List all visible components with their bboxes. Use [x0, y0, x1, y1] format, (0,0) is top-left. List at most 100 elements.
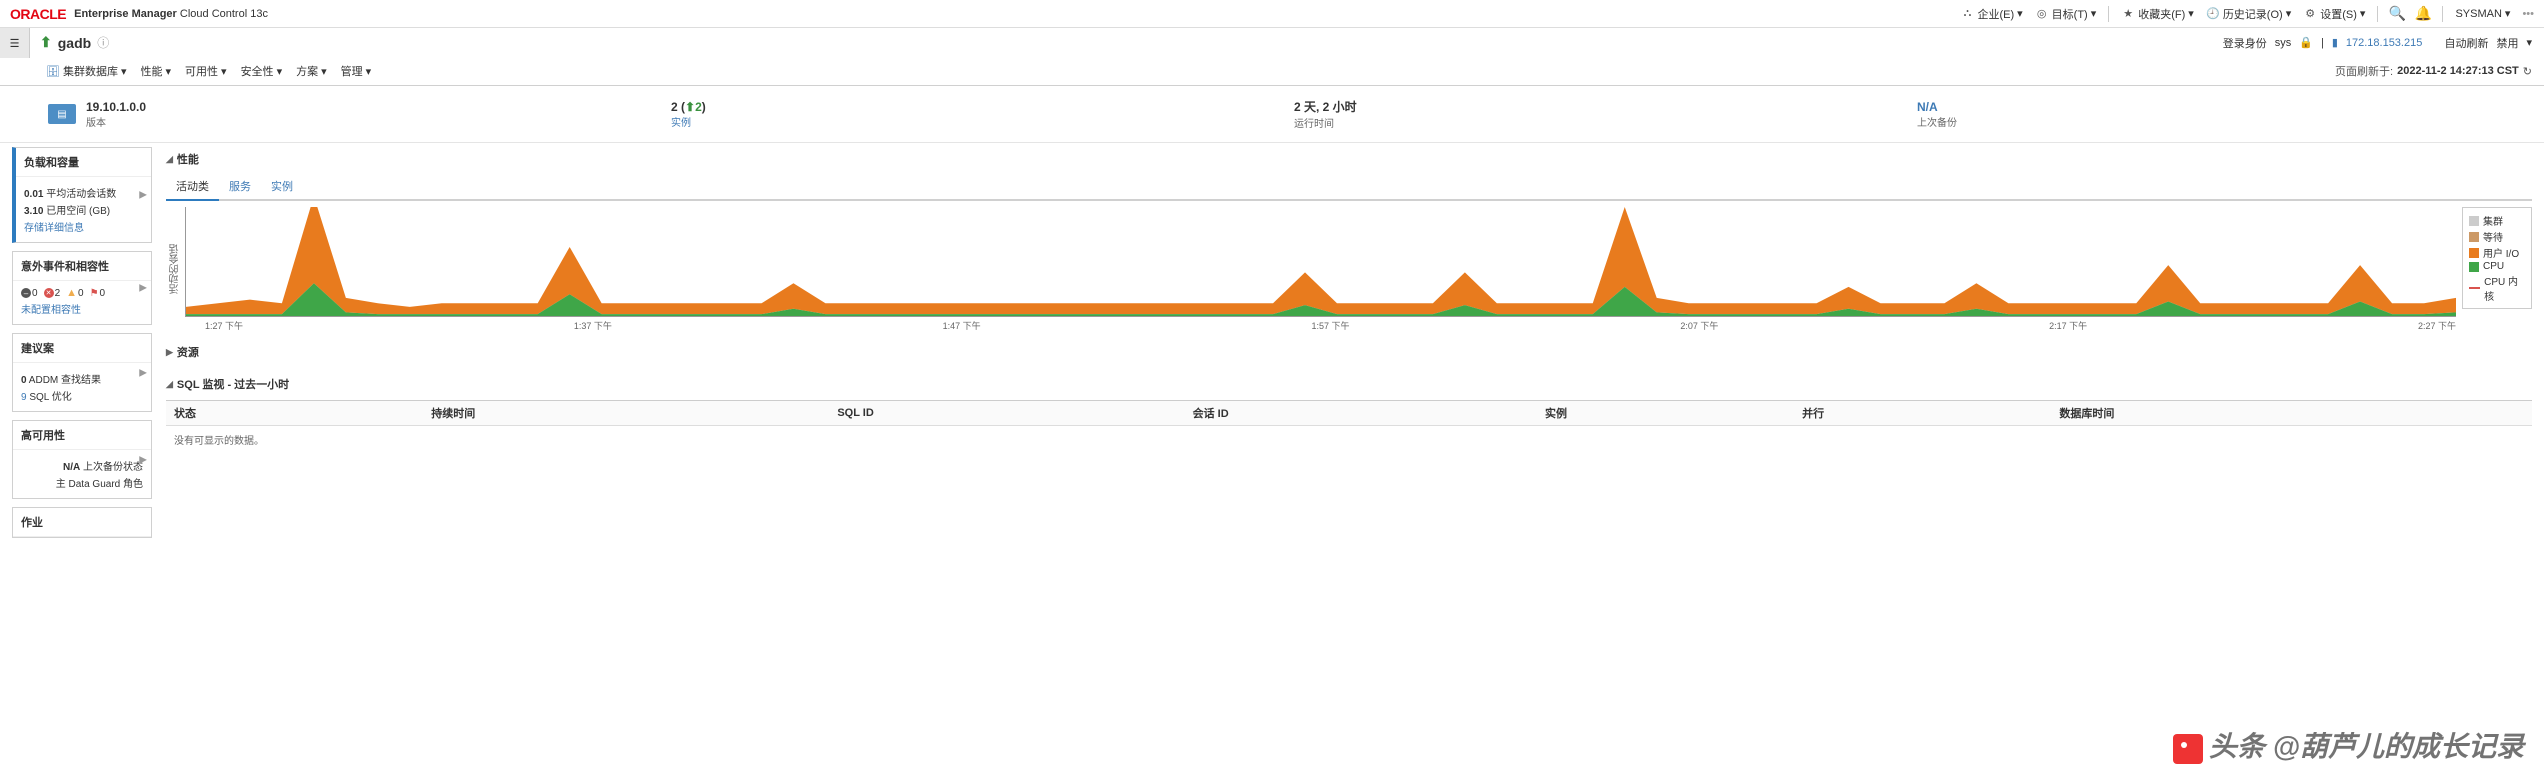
- menu-enterprise[interactable]: ⛬企业(E) ▾: [1960, 6, 2022, 22]
- empty-message: 没有可显示的数据。: [166, 426, 2532, 454]
- panel-incidents-title: 意外事件和相容性: [13, 252, 151, 281]
- side-toggle[interactable]: ☰: [0, 28, 30, 58]
- panel-advice[interactable]: 建议案 0 ADDM 查找结果 9 SQL 优化 ▶: [12, 333, 152, 412]
- menu-security[interactable]: 安全性 ▾: [235, 61, 289, 81]
- topbar-right: ⛬企业(E) ▾ ◎目标(T) ▾ ★收藏夹(F) ▾ 🕘历史记录(O) ▾ ⚙…: [1960, 6, 2534, 22]
- separator: [2108, 6, 2109, 22]
- main: 负载和容量 0.01 平均活动会话数 3.10 已用空间 (GB) 存储详细信息…: [0, 143, 2544, 538]
- up-arrow-icon: ⬆: [40, 34, 52, 51]
- col-instance[interactable]: 实例: [1537, 401, 1794, 426]
- compliance-link[interactable]: 未配置相容性: [21, 301, 143, 316]
- menu-cluster-db[interactable]: 🗄集群数据库 ▾: [40, 61, 133, 81]
- panel-load-title: 负载和容量: [16, 148, 151, 177]
- summary-uptime: 2 天, 2 小时 运行时间: [1286, 94, 1909, 134]
- panel-jobs[interactable]: 作业: [12, 507, 152, 538]
- ip-link[interactable]: 172.18.153.215: [2346, 37, 2422, 49]
- auto-refresh-label: 自动刷新: [2444, 35, 2488, 51]
- separator: [2442, 6, 2443, 22]
- section-performance: ◢ 性能 活动类 服务 实例 活动的会话 1:27 下午1:37 下午1:47 下…: [166, 147, 2532, 332]
- left-column: 负载和容量 0.01 平均活动会话数 3.10 已用空间 (GB) 存储详细信息…: [12, 143, 152, 538]
- refresh-icon[interactable]: ↻: [2523, 65, 2532, 78]
- clock-icon: 🕘: [2206, 7, 2220, 21]
- tab-instances[interactable]: 实例: [261, 173, 303, 199]
- right-column: ◢ 性能 活动类 服务 实例 活动的会话 1:27 下午1:37 下午1:47 下…: [152, 143, 2544, 538]
- panel-jobs-title: 作业: [13, 508, 151, 537]
- database-icon: 🗄: [46, 65, 60, 78]
- instances-label[interactable]: 实例: [671, 114, 706, 129]
- expand-icon[interactable]: ▶: [139, 283, 147, 294]
- col-status[interactable]: 状态: [166, 401, 423, 426]
- separator: [2377, 6, 2378, 22]
- menu-history[interactable]: 🕘历史记录(O) ▾: [2206, 6, 2291, 22]
- user-menu[interactable]: SYSMAN ▾: [2455, 7, 2510, 20]
- disclose-icon[interactable]: ◢: [166, 154, 173, 165]
- disclose-icon[interactable]: ◢: [166, 379, 173, 390]
- sql-monitor-title: SQL 监视 - 过去一小时: [177, 376, 289, 392]
- menu-settings[interactable]: ⚙设置(S) ▾: [2303, 6, 2365, 22]
- summary-row: ▤ 19.10.1.0.0 版本 2 (⬆2) 实例 2 天, 2 小时 运行时…: [0, 86, 2544, 143]
- error-icon: ✕: [44, 288, 54, 298]
- login-label: 登录身份: [2223, 35, 2267, 51]
- chart-wrap: 活动的会话 1:27 下午1:37 下午1:47 下午1:57 下午2:07 下…: [166, 207, 2532, 332]
- col-session-id[interactable]: 会话 ID: [1185, 401, 1537, 426]
- dash-icon: –: [21, 288, 31, 298]
- sitemap-icon: ⛬: [1960, 7, 1974, 21]
- col-parallel[interactable]: 并行: [1794, 401, 2051, 426]
- panel-incidents[interactable]: 意外事件和相容性 –0 ✕2 ▲0 ⚑0 未配置相容性 ▶: [12, 251, 152, 325]
- target-name: gadb: [58, 35, 91, 51]
- col-sql-id[interactable]: SQL ID: [829, 401, 1184, 426]
- col-duration[interactable]: 持续时间: [423, 401, 829, 426]
- legend-swatch-cpu: [2469, 262, 2479, 272]
- tab-activity[interactable]: 活动类: [166, 173, 219, 199]
- status-icons: –0 ✕2 ▲0 ⚑0: [21, 287, 143, 299]
- info-icon[interactable]: ⓘ: [97, 34, 109, 51]
- bell-icon[interactable]: 🔔: [2416, 7, 2430, 21]
- menu-targets[interactable]: ◎目标(T) ▾: [2035, 6, 2097, 22]
- chart-legend: 集群 等待 用户 I/O CPU CPU 内核: [2462, 207, 2532, 309]
- backup-value[interactable]: N/A: [1917, 100, 1957, 114]
- oracle-logo: ORACLE: [10, 6, 66, 22]
- watermark-icon: [2173, 734, 2203, 764]
- chart-ylabel: 活动的会话: [166, 207, 185, 332]
- legend-swatch-cluster: [2469, 216, 2479, 226]
- menu-favorites[interactable]: ★收藏夹(F) ▾: [2121, 6, 2194, 22]
- topbar-left: ORACLE Enterprise Manager Cloud Control …: [10, 6, 268, 22]
- expand-icon[interactable]: ▶: [139, 190, 147, 201]
- tab-services[interactable]: 服务: [219, 173, 261, 199]
- disclose-icon[interactable]: ▶: [166, 347, 173, 358]
- menu-perf[interactable]: 性能 ▾: [135, 61, 178, 81]
- warning-icon: ▲: [66, 287, 77, 299]
- menu-scheme[interactable]: 方案 ▾: [290, 61, 333, 81]
- uptime-label: 运行时间: [1294, 115, 1357, 130]
- flag-icon: ⚑: [90, 288, 99, 299]
- disable-link[interactable]: 禁用: [2496, 35, 2518, 51]
- storage-details-link[interactable]: 存储详细信息: [24, 219, 143, 234]
- perf-title: 性能: [177, 151, 199, 167]
- more-icon[interactable]: •••: [2522, 8, 2534, 20]
- version-value: 19.10.1.0.0: [86, 100, 146, 114]
- section-sql-monitor: ◢SQL 监视 - 过去一小时 状态 持续时间 SQL ID 会话 ID 实例 …: [166, 372, 2532, 453]
- target-icon: ◎: [2035, 7, 2049, 21]
- backup-label: 上次备份: [1917, 114, 1957, 129]
- summary-backup: N/A 上次备份: [1909, 94, 2532, 134]
- resources-title: 资源: [177, 344, 199, 360]
- panel-advice-title: 建议案: [13, 334, 151, 363]
- expand-icon[interactable]: ▶: [139, 367, 147, 378]
- chart-xaxis: 1:27 下午1:37 下午1:47 下午1:57 下午2:07 下午2:17 …: [185, 317, 2456, 332]
- uptime-value: 2 天, 2 小时: [1294, 98, 1357, 115]
- target-bar: ⬆ gadb ⓘ 登录身份 sys 🔒 | ▮ 172.18.153.215 自…: [0, 28, 2544, 57]
- search-icon[interactable]: 🔍: [2390, 7, 2404, 21]
- summary-version: ▤ 19.10.1.0.0 版本: [40, 94, 663, 134]
- watermark: 头条 @葫芦儿的成长记录: [2173, 725, 2524, 765]
- version-label: 版本: [86, 114, 146, 129]
- panel-load[interactable]: 负载和容量 0.01 平均活动会话数 3.10 已用空间 (GB) 存储详细信息…: [12, 147, 152, 243]
- app-title: Enterprise Manager Cloud Control 13c: [74, 8, 268, 20]
- server-icon: ▤: [48, 104, 76, 124]
- menu-manage[interactable]: 管理 ▾: [335, 61, 378, 81]
- col-db-time[interactable]: 数据库时间: [2051, 401, 2532, 426]
- list-icon: ☰: [10, 37, 20, 50]
- activity-chart[interactable]: [185, 207, 2456, 317]
- expand-icon[interactable]: ▶: [139, 454, 147, 465]
- panel-ha[interactable]: 高可用性 N/A 上次备份状态 主 Data Guard 角色 ▶: [12, 420, 152, 499]
- menu-avail[interactable]: 可用性 ▾: [179, 61, 233, 81]
